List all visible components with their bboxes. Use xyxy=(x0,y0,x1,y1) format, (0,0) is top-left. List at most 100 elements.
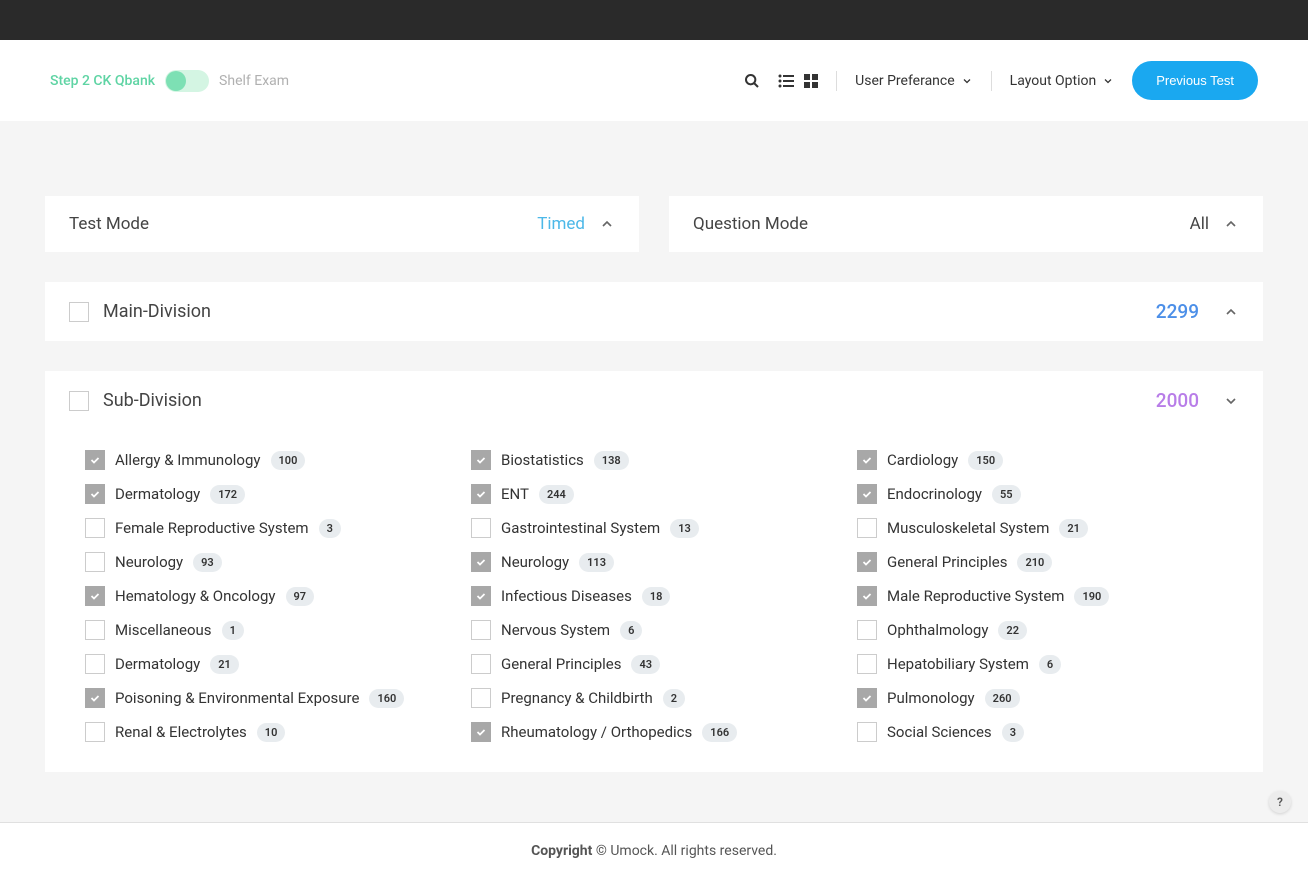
sub-division-item: Biostatistics 138 xyxy=(471,450,837,470)
sub-division-item: Female Reproductive System3 xyxy=(85,518,451,538)
item-count-badge: 166 xyxy=(702,723,737,742)
sub-division-item: Rheumatology / Orthopedics166 xyxy=(471,722,837,742)
sub-division-item: Neurology93 xyxy=(85,552,451,572)
sub-division-item: Dermatology 172 xyxy=(85,484,451,504)
item-checkbox[interactable] xyxy=(471,620,491,640)
sub-division-item: Ophthalmology 22 xyxy=(857,620,1223,640)
sub-division-item: Neurology 113 xyxy=(471,552,837,572)
main-division-count: 2299 xyxy=(1156,300,1199,323)
item-checkbox[interactable] xyxy=(471,484,491,504)
item-label: Gastrointestinal System xyxy=(501,519,660,537)
item-checkbox[interactable] xyxy=(857,484,877,504)
item-label: Infectious Diseases xyxy=(501,587,632,605)
question-mode-panel: Question Mode All xyxy=(669,196,1263,252)
item-label: Dermatology xyxy=(115,485,200,503)
question-mode-value: All xyxy=(1190,214,1209,234)
item-count-badge: 22 xyxy=(998,621,1027,640)
view-icons xyxy=(778,74,818,88)
content: Test Mode Timed Question Mode All Main-D… xyxy=(0,121,1308,822)
item-label: ENT xyxy=(501,485,529,503)
item-label: Endocrinology xyxy=(887,485,982,503)
user-preference-dropdown[interactable]: User Preferance xyxy=(855,73,973,89)
help-button[interactable]: ? xyxy=(1269,791,1291,813)
layout-option-label: Layout Option xyxy=(1010,73,1097,89)
sub-division-item: Miscellaneous1 xyxy=(85,620,451,640)
grid-view-icon[interactable] xyxy=(804,74,818,88)
item-checkbox[interactable] xyxy=(85,552,105,572)
sub-division-item: Poisoning & Environmental Exposure 160 xyxy=(85,688,451,708)
item-checkbox[interactable] xyxy=(857,518,877,538)
sub-division-item: Renal & Electrolytes10 xyxy=(85,722,451,742)
item-checkbox[interactable] xyxy=(857,586,877,606)
item-label: Allergy & Immunology xyxy=(115,451,261,469)
sub-division-item: General Principles43 xyxy=(471,654,837,674)
sub-division-section: Sub-Division 2000 Allergy & Immunology10… xyxy=(45,371,1263,772)
item-checkbox[interactable] xyxy=(471,586,491,606)
question-mode-value-group[interactable]: All xyxy=(1190,214,1239,234)
item-count-badge: 3 xyxy=(319,519,341,538)
item-label: Poisoning & Environmental Exposure xyxy=(115,689,359,707)
sub-division-header: Sub-Division 2000 xyxy=(45,371,1263,430)
layout-option-dropdown[interactable]: Layout Option xyxy=(1010,73,1115,89)
item-checkbox[interactable] xyxy=(857,688,877,708)
sub-division-item: Allergy & Immunology100 xyxy=(85,450,451,470)
chevron-down-icon xyxy=(961,75,973,87)
sub-division-item: Hematology & Oncology97 xyxy=(85,586,451,606)
item-checkbox[interactable] xyxy=(471,450,491,470)
item-label: Biostatistics xyxy=(501,451,584,469)
item-label: Renal & Electrolytes xyxy=(115,723,247,741)
main-division-header: Main-Division 2299 xyxy=(45,282,1263,341)
item-checkbox[interactable] xyxy=(85,484,105,504)
test-mode-value-group[interactable]: Timed xyxy=(537,214,615,234)
item-checkbox[interactable] xyxy=(85,586,105,606)
item-count-badge: 113 xyxy=(579,553,614,572)
sub-division-item: Cardiology150 xyxy=(857,450,1223,470)
item-checkbox[interactable] xyxy=(857,620,877,640)
previous-test-button[interactable]: Previous Test xyxy=(1132,61,1258,100)
item-checkbox[interactable] xyxy=(471,688,491,708)
chevron-up-icon[interactable] xyxy=(1223,304,1239,320)
item-label: Ophthalmology xyxy=(887,621,988,639)
test-mode-panel: Test Mode Timed xyxy=(45,196,639,252)
sub-division-checkbox[interactable] xyxy=(69,391,89,411)
list-view-icon[interactable] xyxy=(778,74,794,88)
item-count-badge: 160 xyxy=(369,689,404,708)
item-checkbox[interactable] xyxy=(85,620,105,640)
item-count-badge: 18 xyxy=(642,587,671,606)
item-checkbox[interactable] xyxy=(471,552,491,572)
item-count-badge: 138 xyxy=(594,451,629,470)
sub-division-item: Pregnancy & Childbirth2 xyxy=(471,688,837,708)
search-icon[interactable] xyxy=(744,73,760,89)
test-mode-title: Test Mode xyxy=(69,214,149,234)
qbank-toggle[interactable] xyxy=(165,70,209,92)
item-label: Male Reproductive System xyxy=(887,587,1064,605)
item-checkbox[interactable] xyxy=(85,450,105,470)
main-division-checkbox[interactable] xyxy=(69,302,89,322)
item-checkbox[interactable] xyxy=(857,722,877,742)
main-division-section: Main-Division 2299 xyxy=(45,282,1263,341)
item-label: Neurology xyxy=(501,553,569,571)
shelf-exam-label: Shelf Exam xyxy=(219,73,289,89)
item-count-badge: 172 xyxy=(210,485,245,504)
item-checkbox[interactable] xyxy=(85,722,105,742)
item-checkbox[interactable] xyxy=(85,654,105,674)
item-checkbox[interactable] xyxy=(85,518,105,538)
item-count-badge: 55 xyxy=(992,485,1021,504)
item-checkbox[interactable] xyxy=(471,518,491,538)
item-checkbox[interactable] xyxy=(471,722,491,742)
item-checkbox[interactable] xyxy=(857,450,877,470)
sub-division-item: Musculoskeletal System21 xyxy=(857,518,1223,538)
footer-copyright-bold: Copyright xyxy=(531,843,592,859)
item-checkbox[interactable] xyxy=(857,552,877,572)
item-count-badge: 6 xyxy=(1039,655,1061,674)
item-checkbox[interactable] xyxy=(85,688,105,708)
test-mode-value: Timed xyxy=(537,214,585,234)
sub-division-item: ENT244 xyxy=(471,484,837,504)
header: Step 2 CK Qbank Shelf Exam User Preferan… xyxy=(0,40,1308,121)
header-right: User Preferance Layout Option Previous T… xyxy=(744,61,1258,100)
item-checkbox[interactable] xyxy=(857,654,877,674)
chevron-up-icon xyxy=(599,216,615,232)
item-checkbox[interactable] xyxy=(471,654,491,674)
chevron-down-icon[interactable] xyxy=(1223,393,1239,409)
top-bar xyxy=(0,0,1308,40)
